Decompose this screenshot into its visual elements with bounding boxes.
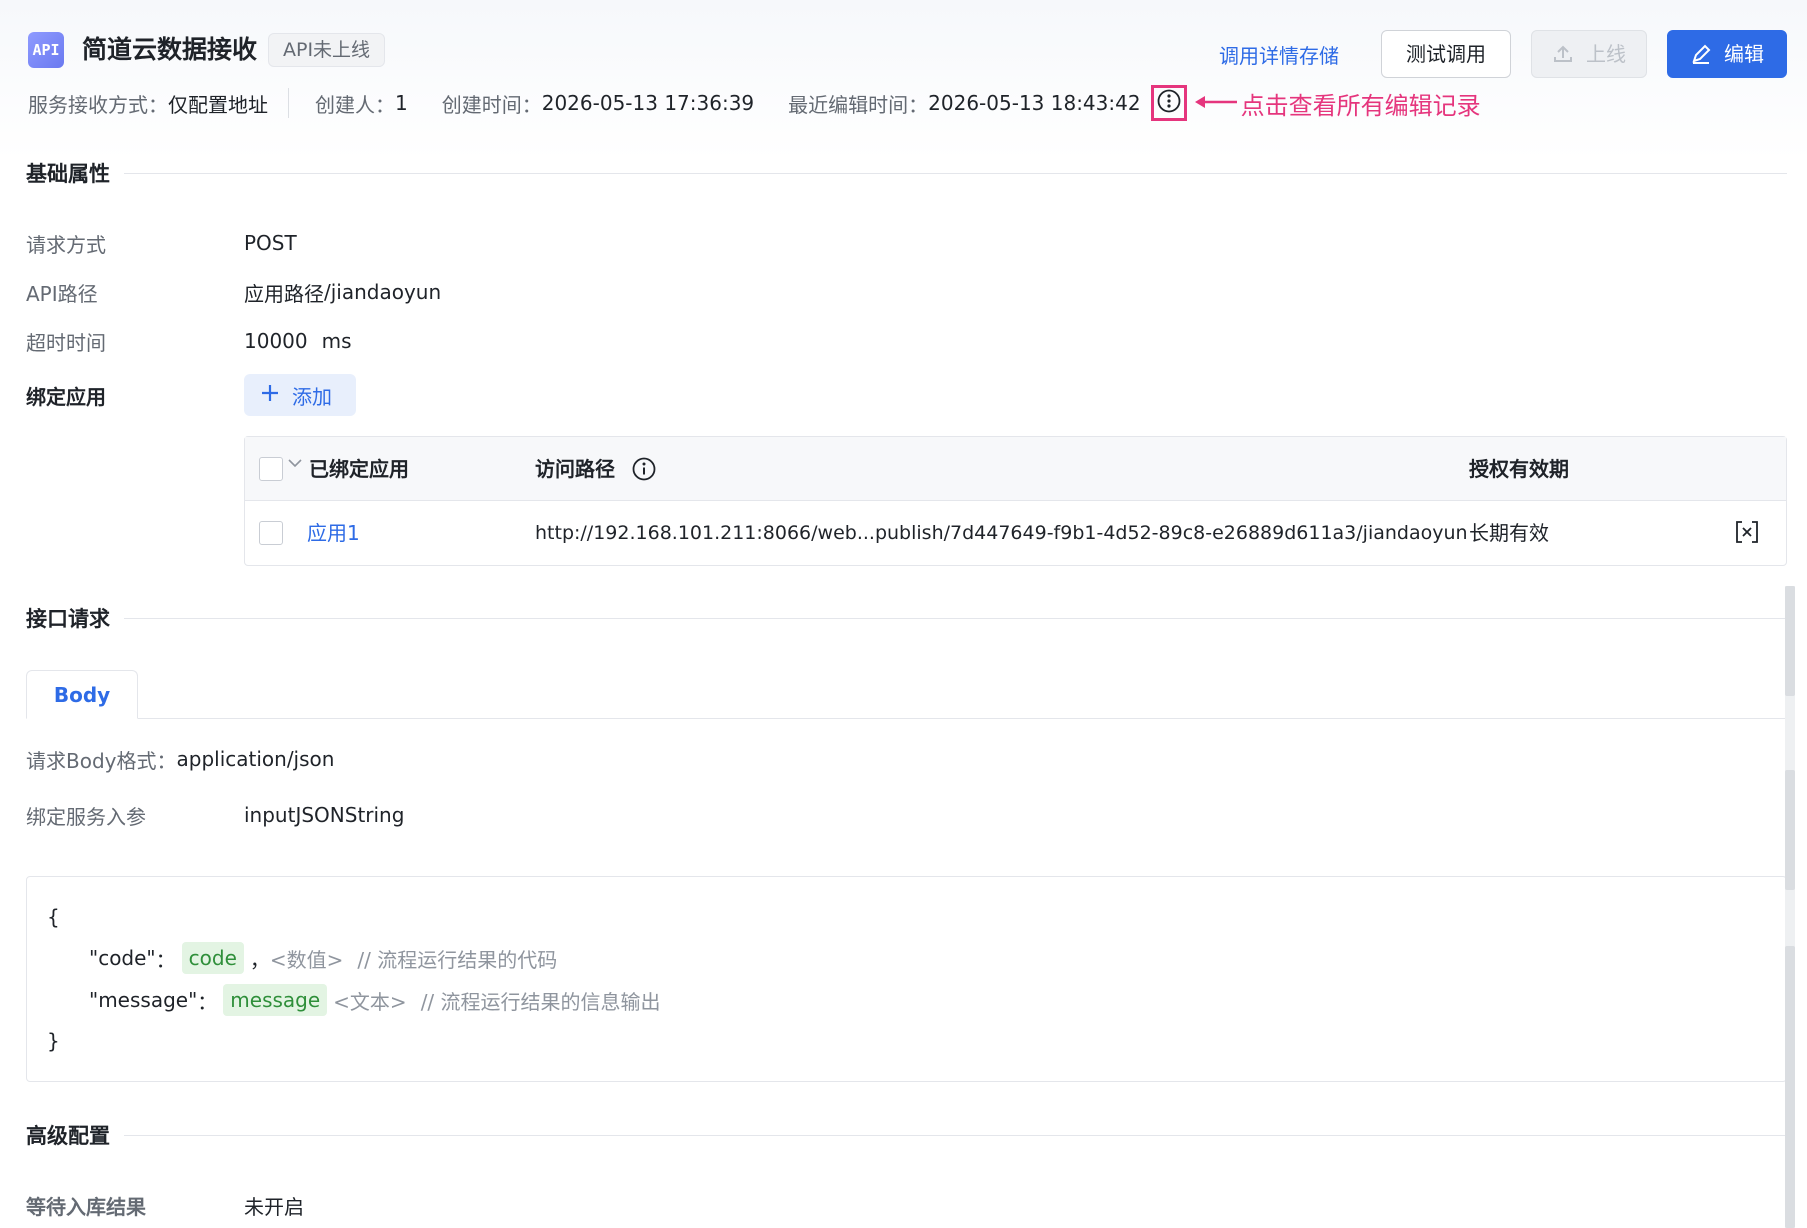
- annotation-text: 点击查看所有编辑记录: [1240, 91, 1481, 120]
- basic-section-title: 基础属性: [26, 162, 110, 186]
- param-chip[interactable]: message: [223, 984, 328, 1016]
- body-format-value: application/json: [176, 747, 335, 771]
- scrollbar-thumb[interactable]: [1785, 946, 1795, 1228]
- table-row: 应用1 http://192.168.101.211:8066/web...pu…: [245, 501, 1786, 565]
- tab-body[interactable]: Body: [26, 670, 138, 719]
- test-call-label: 测试调用: [1406, 42, 1486, 66]
- request-section-header: 接口请求: [26, 603, 1787, 633]
- upload-icon: [1552, 43, 1574, 65]
- wait-result-row: 等待入库结果 未开启: [26, 1190, 304, 1220]
- add-app-label: 添加: [292, 384, 332, 409]
- page-header: API 简道云数据接收 API未上线 调用详情存储 测试调用 上线 编辑 服务接…: [28, 28, 1787, 148]
- created-time-label: 创建时间：: [441, 92, 542, 117]
- wait-result-label: 等待入库结果: [26, 1194, 146, 1219]
- request-section-title: 接口请求: [26, 607, 110, 631]
- timeout-label: 超时时间: [26, 330, 106, 355]
- add-app-button[interactable]: 添加: [244, 374, 356, 416]
- edit-history-button[interactable]: [1150, 85, 1187, 121]
- wait-result-value: 未开启: [244, 1194, 304, 1219]
- receive-mode-value: 仅配置地址: [168, 92, 268, 117]
- basic-section-header: 基础属性: [26, 158, 1787, 188]
- chevron-down-icon[interactable]: [287, 455, 303, 474]
- method-row: 请求方式 POST: [26, 228, 297, 258]
- code-type: <数值>: [269, 947, 344, 972]
- bind-app-label: 绑定应用: [26, 384, 106, 409]
- select-all-checkbox[interactable]: [259, 457, 283, 481]
- edit-icon: [1690, 43, 1712, 65]
- bind-param-label: 绑定服务入参: [26, 804, 146, 829]
- scrollbar-thumb[interactable]: [1785, 586, 1795, 696]
- edited-time-label: 最近编辑时间：: [788, 92, 929, 117]
- code-key: "code": [89, 946, 156, 970]
- api-icon: API: [28, 32, 64, 68]
- path-row: API路径 应用路径 /jiandaoyun: [26, 277, 441, 307]
- col-access-path: 访问路径: [535, 457, 615, 481]
- edit-button[interactable]: 编辑: [1667, 30, 1787, 78]
- method-label: 请求方式: [26, 232, 106, 257]
- creator-label: 创建人：: [315, 92, 395, 117]
- code-key: "message": [89, 988, 198, 1012]
- code-line: "code" ： code ， <数值> // 流程运行结果的代码: [89, 938, 557, 978]
- header-actions: 调用详情存储 测试调用 上线 编辑: [1219, 30, 1787, 78]
- app-link[interactable]: 应用1: [307, 501, 360, 565]
- table-header: 已绑定应用 访问路径 授权有效期: [245, 437, 1786, 501]
- bind-param-row: 绑定服务入参 inputJSONString: [26, 800, 404, 830]
- edit-label: 编辑: [1724, 42, 1764, 66]
- validity-value: 长期有效: [1469, 521, 1549, 545]
- bind-app-row: 绑定应用: [26, 380, 244, 410]
- detail-storage-link[interactable]: 调用详情存储: [1219, 40, 1339, 69]
- code-comment: // 流程运行结果的代码: [357, 947, 558, 972]
- param-chip[interactable]: code: [181, 942, 244, 974]
- access-path-value: http://192.168.101.211:8066/web...publis…: [535, 522, 1468, 544]
- advanced-section-title: 高级配置: [26, 1124, 110, 1148]
- more-vertical-icon: [1156, 88, 1182, 119]
- meta-divider: [288, 88, 289, 118]
- body-format-row: 请求Body格式： application/json: [26, 744, 334, 774]
- path-value: /jiandaoyun: [324, 280, 442, 304]
- go-online-label: 上线: [1586, 42, 1626, 66]
- unbind-icon[interactable]: [1735, 520, 1759, 548]
- timeout-row: 超时时间 10000 ms: [26, 326, 352, 356]
- code-type: <文本>: [333, 989, 407, 1014]
- row-checkbox[interactable]: [259, 521, 283, 545]
- section-divider: [124, 1134, 1787, 1136]
- edited-time-value: 2026-05-13 18:43:42: [928, 91, 1141, 115]
- status-badge: API未上线: [268, 33, 386, 67]
- code-colon: ：: [197, 989, 218, 1014]
- timeout-unit: ms: [321, 329, 352, 353]
- code-comment: // 流程运行结果的信息输出: [420, 989, 661, 1014]
- meta-row: 服务接收方式： 仅配置地址 创建人： 1 创建时间： 2026-05-13 17…: [28, 85, 1481, 121]
- created-time-value: 2026-05-13 17:36:39: [541, 91, 755, 115]
- page-title: 简道云数据接收: [82, 35, 258, 64]
- bound-apps-table: 已绑定应用 访问路径 授权有效期 应用1 http://192.168.101.…: [244, 436, 1787, 566]
- test-call-button[interactable]: 测试调用: [1381, 30, 1511, 78]
- json-code-block: { "code" ： code ， <数值> // 流程运行结果的代码 "mes…: [26, 876, 1787, 1082]
- info-icon[interactable]: [631, 456, 657, 486]
- code-line: "message" ： message <文本> // 流程运行结果的信息输出: [89, 980, 661, 1020]
- api-detail-page: API 简道云数据接收 API未上线 调用详情存储 测试调用 上线 编辑 服务接…: [0, 0, 1807, 1228]
- advanced-section-header: 高级配置: [26, 1120, 1787, 1150]
- path-prefix: 应用路径: [244, 281, 324, 306]
- code-open-brace: {: [47, 905, 60, 929]
- method-value: POST: [244, 231, 297, 255]
- body-format-label: 请求Body格式：: [26, 748, 177, 773]
- code-colon: ：: [155, 947, 176, 972]
- plus-icon: [260, 383, 280, 408]
- tab-bar-line: [26, 718, 1787, 719]
- code-separator: ，: [249, 947, 270, 972]
- bind-param-value: inputJSONString: [244, 803, 405, 827]
- annotation-arrow-icon: [1193, 91, 1237, 115]
- code-close-brace: }: [47, 1029, 60, 1053]
- section-divider: [124, 617, 1787, 619]
- receive-mode-label: 服务接收方式：: [28, 92, 168, 117]
- section-divider: [124, 172, 1787, 174]
- col-validity: 授权有效期: [1469, 457, 1569, 481]
- scrollbar-thumb[interactable]: [1785, 770, 1795, 890]
- col-bound-app: 已绑定应用: [309, 457, 409, 481]
- timeout-value: 10000: [244, 329, 308, 353]
- path-label: API路径: [26, 281, 98, 306]
- go-online-button[interactable]: 上线: [1531, 30, 1647, 78]
- creator-value: 1: [395, 91, 408, 115]
